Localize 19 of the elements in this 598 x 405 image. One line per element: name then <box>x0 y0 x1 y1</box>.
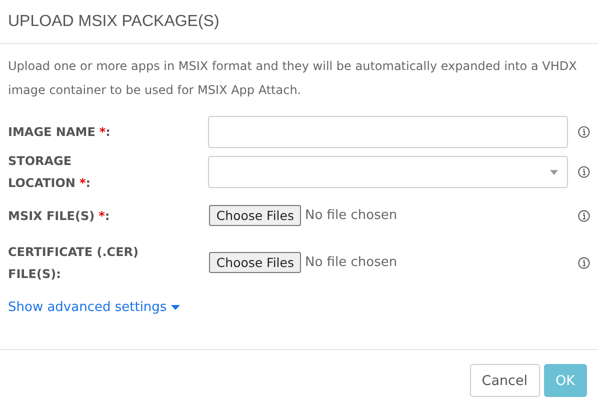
image-name-field[interactable] <box>208 116 568 148</box>
info-icon[interactable] <box>578 256 590 268</box>
field-label: IMAGE NAME *: <box>8 124 112 141</box>
caret-icon <box>550 170 558 175</box>
choose-files-button[interactable]: Choose Files <box>209 205 301 226</box>
description-text: Upload one or more apps in MSIX format and they will be automatically expanded into a VHDX image container to be used for MSIX App Attach. <box>8 58 578 99</box>
field-label: CERTIFICATE (.CER) FILE(S): <box>8 244 140 282</box>
info-icon[interactable] <box>578 210 590 222</box>
choose-files-button[interactable]: Choose Files <box>209 252 301 273</box>
field-label: STORAGE LOCATION *: <box>8 153 92 192</box>
info-icon[interactable] <box>578 166 590 178</box>
file-status: No file chosen <box>304 208 398 223</box>
field-label: MSIX FILE(S) *: <box>8 208 111 224</box>
advanced-settings-link[interactable]: Show advanced settings <box>8 300 180 315</box>
info-icon[interactable] <box>578 126 590 138</box>
dialog-title: UPLOAD MSIX PACKAGE(S) <box>8 12 220 30</box>
cancel-button[interactable]: Cancel <box>470 364 540 397</box>
caret-icon <box>170 305 180 310</box>
file-status: No file chosen <box>304 255 398 270</box>
